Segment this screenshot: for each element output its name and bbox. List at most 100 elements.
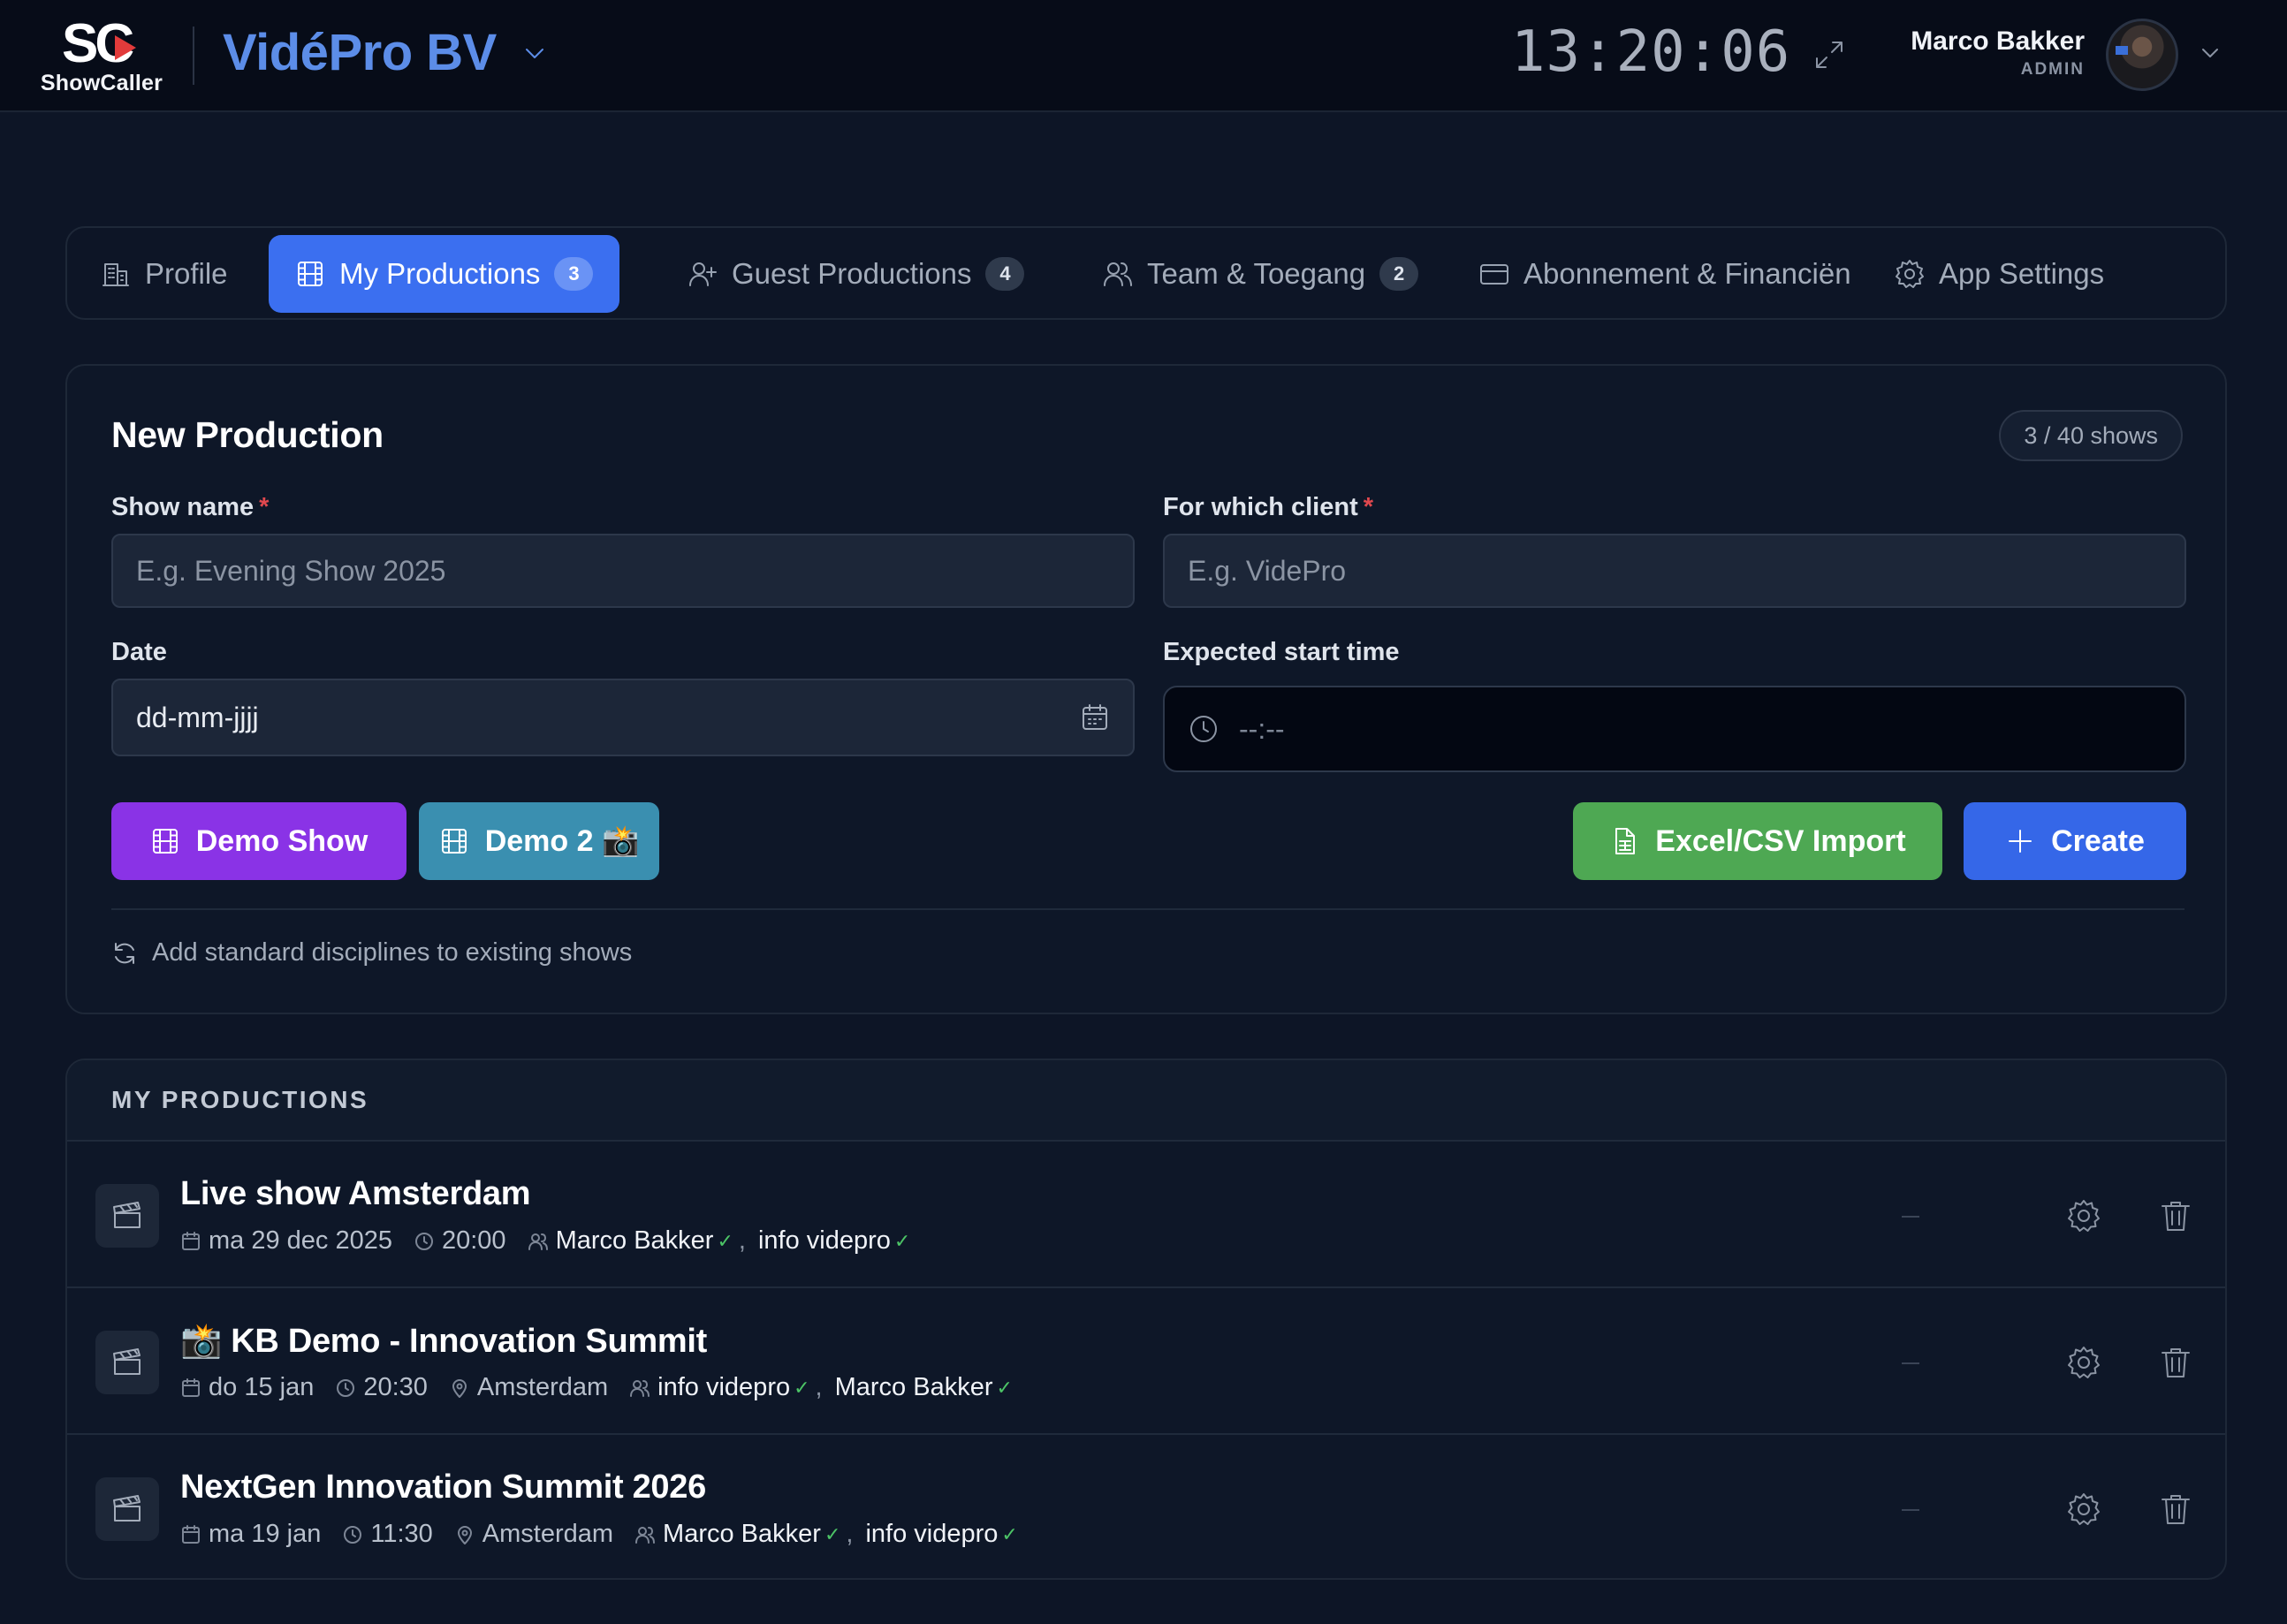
calendar-icon <box>180 1377 201 1399</box>
chevron-down-icon[interactable] <box>2198 42 2222 64</box>
tab-profile[interactable]: Profile <box>74 235 255 313</box>
required-marker: * <box>259 493 270 521</box>
client-label-text: For which client <box>1163 493 1358 521</box>
user-role: ADMIN <box>2020 60 2085 79</box>
gear-icon <box>1895 259 1925 289</box>
show-name-input[interactable]: E.g. Evening Show 2025 <box>111 534 1135 608</box>
film-icon <box>150 826 180 856</box>
tab-team-toegang[interactable]: Team & Toegang 2 <box>1076 235 1445 313</box>
start-time-value: --:-- <box>1239 712 1285 745</box>
list-header: MY PRODUCTIONS <box>67 1060 2225 1142</box>
team-member: Marco Bakker <box>834 1373 993 1401</box>
live-clock: 13:20:06 <box>1511 19 1791 85</box>
team-member: Marco Bakker <box>555 1226 714 1255</box>
trash-icon[interactable] <box>2158 1198 2193 1233</box>
client-placeholder: E.g. VidePro <box>1188 554 1347 587</box>
production-date: do 15 jan <box>209 1373 315 1401</box>
clock-icon <box>1188 713 1219 745</box>
users-icon <box>528 1231 549 1252</box>
add-disciplines-link[interactable]: Add standard disciplines to existing sho… <box>111 938 632 968</box>
users-icon <box>629 1377 650 1399</box>
chevron-down-icon[interactable] <box>521 42 548 64</box>
production-meta: ma 29 dec 2025 20:00 Marco Bakker ✓, info… <box>180 1226 910 1256</box>
production-time: 20:30 <box>363 1373 428 1401</box>
logo-mark: SC <box>62 16 141 69</box>
settings-tabs: Profile My Productions 3 Guest Productio… <box>65 226 2227 320</box>
tab-label: App Settings <box>1939 257 2105 290</box>
tab-label: My Productions <box>339 257 541 290</box>
production-title[interactable]: NextGen Innovation Summit 2026 <box>180 1468 706 1506</box>
start-time-label: Expected start time <box>1163 638 1400 666</box>
status-indicator <box>1902 1216 1919 1218</box>
date-value: dd-mm-jjjj <box>136 701 259 733</box>
users-icon <box>634 1524 656 1545</box>
tab-abonnement-financien[interactable]: Abonnement & Financiën <box>1453 235 1878 313</box>
team-member: info videpro <box>865 1520 999 1548</box>
demo-show-label: Demo Show <box>195 823 369 858</box>
production-title[interactable]: Live show Amsterdam <box>180 1175 531 1213</box>
credit-card-icon <box>1479 259 1509 289</box>
gear-icon[interactable] <box>2066 1491 2101 1527</box>
tab-guest-productions[interactable]: Guest Productions 4 <box>661 235 1051 313</box>
production-row[interactable]: 📸 KB Demo - Innovation Summit do 15 jan … <box>67 1288 2225 1435</box>
production-title[interactable]: 📸 KB Demo - Innovation Summit <box>180 1322 707 1361</box>
user-name[interactable]: Marco Bakker <box>1911 27 2085 57</box>
tab-label: Team & Toegang <box>1147 257 1366 290</box>
production-date: ma 19 jan <box>209 1520 322 1548</box>
gear-icon[interactable] <box>2066 1198 2101 1233</box>
team-member: info videpro <box>657 1373 791 1401</box>
tab-my-productions[interactable]: My Productions 3 <box>269 235 620 313</box>
demo-show-button[interactable]: Demo Show <box>111 802 406 880</box>
film-icon <box>295 259 325 289</box>
excel-csv-import-button[interactable]: Excel/CSV Import <box>1573 802 1942 880</box>
showcaller-logo[interactable]: SC ShowCaller <box>35 16 168 95</box>
show-name-label: Show name * <box>111 493 269 522</box>
calendar-icon[interactable] <box>1080 702 1110 732</box>
status-indicator <box>1902 1509 1919 1511</box>
production-row[interactable]: Live show Amsterdam ma 29 dec 2025 20:00… <box>67 1142 2225 1288</box>
create-button[interactable]: Create <box>1964 802 2186 880</box>
organization-name[interactable]: VidéPro BV <box>223 23 497 82</box>
status-indicator <box>1902 1362 1919 1364</box>
file-spreadsheet-icon <box>1609 826 1639 856</box>
refresh-icon <box>111 940 138 967</box>
tab-label: Profile <box>145 257 228 290</box>
film-icon <box>439 826 469 856</box>
trash-icon[interactable] <box>2158 1345 2193 1380</box>
demo-2-label: Demo 2 📸 <box>484 824 640 858</box>
required-marker: * <box>1363 493 1374 521</box>
plus-icon <box>2005 826 2035 856</box>
top-bar: SC ShowCaller VidéPro BV 13:20:06 Marco … <box>0 0 2287 112</box>
avatar-flag-icon <box>2116 46 2128 55</box>
verified-check-icon: ✓ <box>824 1522 841 1545</box>
gear-icon[interactable] <box>2066 1345 2101 1380</box>
verified-check-icon: ✓ <box>996 1376 1013 1399</box>
verified-check-icon: ✓ <box>717 1229 733 1252</box>
my-productions-list: MY PRODUCTIONS Live show Amsterdam ma 29… <box>65 1059 2227 1580</box>
card-divider <box>111 908 2184 910</box>
logo-text: ShowCaller <box>40 71 163 95</box>
production-meta: do 15 jan 20:30 Amsterdam info videpro ✓,… <box>180 1373 1013 1402</box>
trash-icon[interactable] <box>2158 1491 2193 1527</box>
show-name-label-text: Show name <box>111 493 255 521</box>
start-time-input[interactable]: --:-- <box>1163 686 2186 772</box>
client-input[interactable]: E.g. VidePro <box>1163 534 2186 608</box>
card-title: New Production <box>111 414 384 455</box>
verified-check-icon: ✓ <box>1001 1522 1018 1545</box>
date-label: Date <box>111 638 167 666</box>
demo-2-button[interactable]: Demo 2 📸 <box>419 802 659 880</box>
team-member: Marco Bakker <box>663 1520 821 1548</box>
date-input[interactable]: dd-mm-jjjj <box>111 679 1135 756</box>
new-production-card: New Production 3 / 40 shows Show name * E… <box>65 364 2227 1014</box>
clapperboard-icon <box>95 1331 159 1394</box>
production-location: Amsterdam <box>476 1373 609 1401</box>
import-label: Excel/CSV Import <box>1655 823 1906 858</box>
create-label: Create <box>2051 823 2145 858</box>
tab-label: Guest Productions <box>732 257 972 290</box>
calendar-icon <box>180 1524 201 1545</box>
tab-app-settings[interactable]: App Settings <box>1868 235 2131 313</box>
production-row[interactable]: NextGen Innovation Summit 2026 ma 19 jan… <box>67 1435 2225 1578</box>
show-name-placeholder: E.g. Evening Show 2025 <box>136 554 446 587</box>
expand-icon[interactable] <box>1812 37 1847 72</box>
avatar[interactable] <box>2106 19 2178 91</box>
